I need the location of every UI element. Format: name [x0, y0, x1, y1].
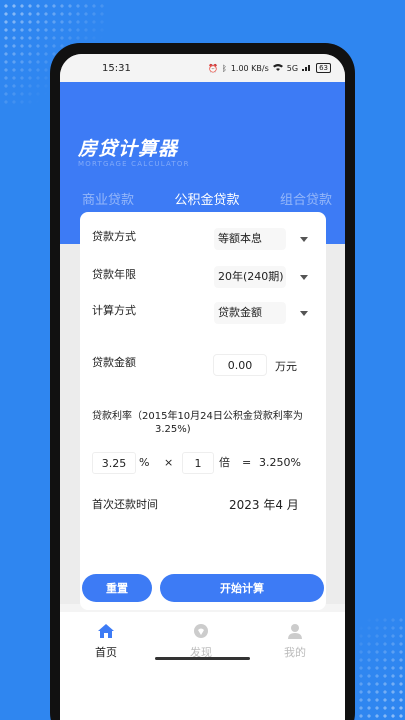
nav-profile[interactable]: 我的 — [265, 622, 325, 660]
home-indicator — [155, 657, 250, 660]
user-icon — [286, 622, 304, 640]
reset-button[interactable]: 重置 — [82, 574, 152, 602]
calc-method-label: 计算方式 — [92, 304, 136, 317]
first-payment-date-picker[interactable]: 2023 年4 月 — [229, 496, 299, 513]
rate-calc-row: 3.25 % × 1 倍 = 3.250% — [92, 452, 326, 474]
discover-icon — [192, 622, 210, 640]
wifi-icon — [272, 63, 283, 73]
loan-type-tabs: 商业贷款 公积金贷款 组合贷款 — [60, 186, 345, 210]
app-screen: 15:31 ⏰ ᛒ 1.00 KB/s 5G 63 房贷计算器 MORTGAGE… — [60, 54, 345, 720]
nav-discover[interactable]: 发现 — [171, 622, 231, 660]
loan-amount-unit: 万元 — [275, 360, 297, 373]
loan-rate-label: 贷款利率（2015年10月24日公积金贷款利率为 3.25%) — [92, 410, 322, 436]
first-payment-label: 首次还款时间 — [92, 498, 158, 511]
rate-result: 3.250% — [259, 456, 301, 469]
calculator-form-card: 贷款方式 等额本息 贷款年限 20年(240期) 计算方式 贷款金额 贷款金额 … — [80, 212, 326, 610]
status-time: 15:31 — [102, 62, 131, 74]
equals-sign: = — [242, 456, 252, 469]
nav-home[interactable]: 首页 — [76, 622, 136, 660]
signal-label: 5G — [286, 63, 299, 73]
tab-commercial-loan[interactable]: 商业贷款 — [82, 189, 134, 208]
battery-level: 63 — [319, 64, 328, 72]
loan-rate-label-cont: 3.25%) — [155, 424, 191, 435]
status-icons: ⏰ ᛒ 1.00 KB/s 5G 63 — [208, 63, 331, 73]
percent-sign: % — [139, 456, 150, 469]
multiply-sign: × — [164, 456, 174, 469]
loan-term-row: 贷款年限 20年(240期) — [92, 266, 326, 288]
loan-term-select[interactable]: 20年(240期) — [214, 266, 286, 288]
phone-frame: 15:31 ⏰ ᛒ 1.00 KB/s 5G 63 房贷计算器 MORTGAGE… — [50, 43, 355, 720]
alarm-icon: ⏰ — [208, 63, 219, 73]
loan-method-label: 贷款方式 — [92, 230, 136, 243]
rate-multiplier-input[interactable]: 1 — [182, 452, 214, 474]
loan-method-row: 贷款方式 等额本息 — [92, 228, 326, 250]
status-bar: 15:31 ⏰ ᛒ 1.00 KB/s 5G 63 — [60, 54, 345, 82]
start-calculation-button[interactable]: 开始计算 — [160, 574, 324, 602]
base-rate-input[interactable]: 3.25 — [92, 452, 136, 474]
chevron-down-icon[interactable] — [300, 275, 308, 280]
app-title: 房贷计算器 — [78, 138, 179, 160]
signal-icon — [302, 63, 312, 73]
first-payment-row: 首次还款时间 2023 年4 月 — [92, 496, 326, 512]
loan-amount-row: 贷款金额 0.00 万元 — [92, 354, 326, 376]
multiplier-unit: 倍 — [219, 456, 230, 469]
battery-icon: 63 — [316, 63, 331, 73]
bottom-nav: 首页 发现 我的 — [60, 612, 345, 720]
loan-amount-label: 贷款金额 — [92, 356, 136, 369]
home-icon — [97, 622, 115, 640]
chevron-down-icon[interactable] — [300, 311, 308, 316]
chevron-down-icon[interactable] — [300, 237, 308, 242]
loan-rate-label-text: 贷款利率（2015年10月24日公积金贷款利率为 — [92, 411, 303, 422]
app-subtitle: MORTGAGE CALCULATOR — [78, 160, 190, 168]
tab-combined-loan[interactable]: 组合贷款 — [280, 189, 332, 208]
nav-home-label: 首页 — [95, 646, 117, 659]
calc-method-row: 计算方式 贷款金额 — [92, 302, 326, 324]
calc-method-select[interactable]: 贷款金额 — [214, 302, 286, 324]
bluetooth-icon: ᛒ — [222, 63, 227, 73]
loan-term-label: 贷款年限 — [92, 268, 136, 281]
nav-profile-label: 我的 — [284, 646, 306, 659]
net-speed: 1.00 KB/s — [230, 63, 269, 73]
tab-provident-fund-loan[interactable]: 公积金贷款 — [174, 189, 239, 208]
loan-method-select[interactable]: 等额本息 — [214, 228, 286, 250]
loan-amount-input[interactable]: 0.00 — [213, 354, 267, 376]
